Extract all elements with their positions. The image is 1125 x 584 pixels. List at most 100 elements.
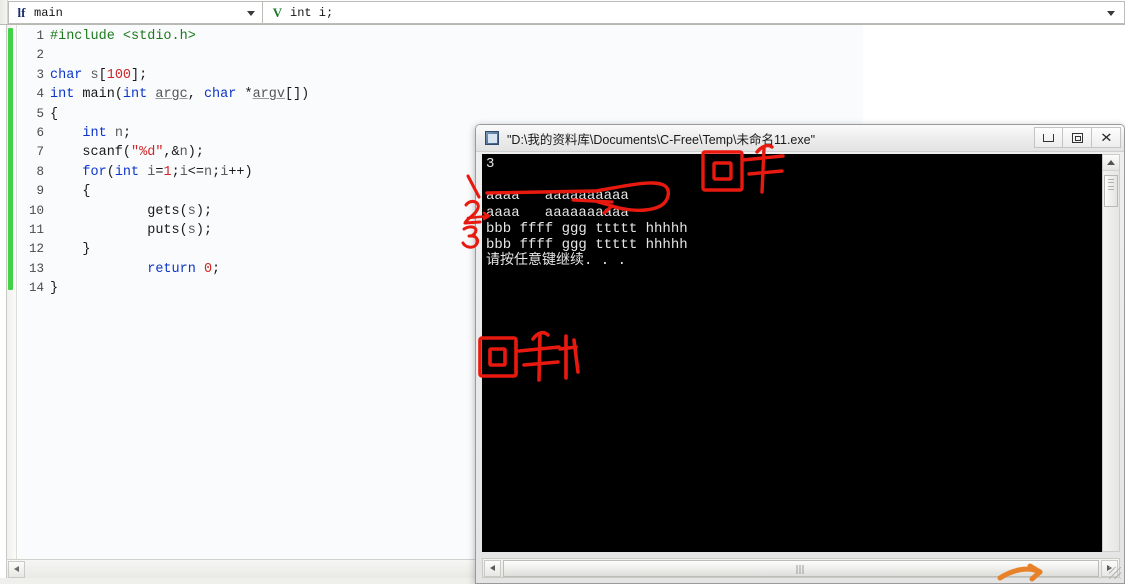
screen-root: lf main V int i; 1 #include <stdio.h> 2 3 ch…	[0, 0, 1125, 584]
line-number: 4	[36, 87, 44, 102]
minimize-icon	[1043, 133, 1054, 142]
vertical-scroll-thumb[interactable]	[1104, 175, 1118, 207]
console-window[interactable]: "D:\我的资料库\Documents\C-Free\Temp\未命名11.ex…	[475, 124, 1125, 584]
code-token: s	[187, 203, 196, 219]
code-token: char	[50, 67, 83, 83]
code-token: ];	[131, 67, 148, 83]
toolbar-grip	[0, 0, 8, 24]
code-token: for	[82, 164, 107, 180]
line-number: 8	[36, 164, 44, 179]
symbol-combo-value: int i;	[290, 5, 334, 20]
code-token: *	[236, 87, 253, 103]
close-button[interactable]: ✕	[1092, 127, 1121, 148]
code-token: {	[50, 106, 59, 122]
console-output-line	[486, 172, 688, 188]
code-token: int	[82, 125, 107, 141]
line-number: 7	[36, 145, 44, 160]
code-token: ;	[122, 125, 132, 141]
code-token: n	[204, 164, 213, 180]
symbol-combo[interactable]: V int i;	[263, 1, 1125, 24]
scroll-up-button[interactable]	[1103, 155, 1119, 171]
code-token: "%d"	[131, 145, 164, 161]
resize-grip-icon[interactable]	[1109, 567, 1121, 579]
code-token: }	[50, 242, 91, 258]
code-token: gets(	[50, 203, 188, 219]
code-token: ++)	[228, 164, 253, 180]
code-token: argc	[155, 87, 188, 103]
minimize-button[interactable]	[1034, 127, 1063, 148]
function-icon: lf	[17, 5, 26, 20]
line-number: 13	[28, 261, 44, 276]
code-line: 5{	[18, 105, 863, 124]
code-token: int	[50, 87, 75, 103]
code-token: #include <stdio.h>	[50, 29, 196, 44]
code-token: [	[98, 67, 107, 83]
code-token: n	[114, 125, 123, 141]
horizontal-scroll-thumb[interactable]	[503, 559, 1099, 577]
console-vertical-scrollbar[interactable]	[1102, 154, 1120, 552]
console-output-line: bbb ffff ggg ttttt hhhhh	[486, 220, 688, 237]
code-token: 100	[106, 67, 132, 83]
code-token: s	[90, 67, 99, 83]
arrow-up-icon	[1107, 160, 1115, 165]
console-titlebar[interactable]: "D:\我的资料库\Documents\C-Free\Temp\未命名11.ex…	[476, 125, 1124, 152]
code-token: argv	[252, 87, 285, 103]
function-scope-value: main	[34, 5, 63, 20]
maximize-button[interactable]	[1063, 127, 1092, 148]
code-token: char	[203, 87, 237, 103]
scroll-left-button[interactable]	[8, 560, 25, 578]
arrow-left-icon	[490, 565, 495, 571]
code-token: return	[147, 261, 196, 277]
line-number: 14	[28, 281, 44, 296]
console-output-area[interactable]: 3 aaaa aaaaaaaaaa aaaa aaaaaaaaaa bbb ffff …	[482, 154, 1104, 552]
code-line: 3 char s[100];	[18, 66, 863, 85]
code-token: i	[179, 164, 188, 180]
code-token: (	[106, 164, 115, 180]
line-number: 11	[28, 222, 44, 237]
code-token: scanf(	[50, 145, 132, 161]
chevron-down-icon[interactable]	[247, 11, 255, 16]
console-horizontal-scrollbar[interactable]	[482, 558, 1120, 578]
console-output-line: aaaa aaaaaaaaaa	[486, 188, 629, 205]
window-controls: ✕	[1034, 127, 1121, 148]
line-number: 9	[36, 184, 44, 199]
code-token: <=	[187, 164, 204, 180]
code-line: 2	[18, 46, 863, 65]
code-token: {	[50, 184, 91, 200]
code-token: }	[50, 281, 59, 297]
function-scope-combo[interactable]: lf main	[8, 1, 263, 24]
scroll-left-button[interactable]	[484, 559, 501, 577]
chevron-down-icon[interactable]	[1107, 11, 1115, 16]
code-token: s	[187, 222, 196, 238]
code-token: int	[122, 87, 148, 103]
code-token: ,	[187, 87, 204, 103]
code-token: ;	[171, 164, 180, 180]
line-number: 2	[36, 48, 44, 63]
console-output-line: aaaa aaaaaaaaaa	[486, 204, 629, 221]
code-token: [])	[284, 87, 310, 103]
close-icon: ✕	[1099, 130, 1113, 145]
code-token: ;	[212, 261, 221, 277]
line-number: 1	[36, 29, 44, 43]
line-number: 3	[36, 67, 44, 82]
variable-icon: V	[272, 5, 283, 20]
code-line: 4 int main(int argc, char *argv[])	[18, 85, 863, 104]
code-token: int	[114, 164, 140, 180]
restore-icon	[1071, 132, 1083, 143]
console-output-line: 3	[486, 156, 495, 172]
console-output-line: 请按任意键继续. . .	[486, 253, 627, 270]
console-window-title: "D:\我的资料库\Documents\C-Free\Temp\未命名11.ex…	[507, 132, 816, 147]
code-token: 0	[203, 261, 213, 277]
line-number: 5	[36, 106, 44, 121]
code-token: );	[195, 203, 213, 219]
code-token: ,&	[163, 145, 180, 161]
code-token: );	[187, 145, 204, 161]
console-output-text: 3 aaaa aaaaaaaaaa aaaa aaaaaaaaaa bbb ffff …	[486, 156, 688, 269]
arrow-left-icon	[14, 566, 19, 572]
